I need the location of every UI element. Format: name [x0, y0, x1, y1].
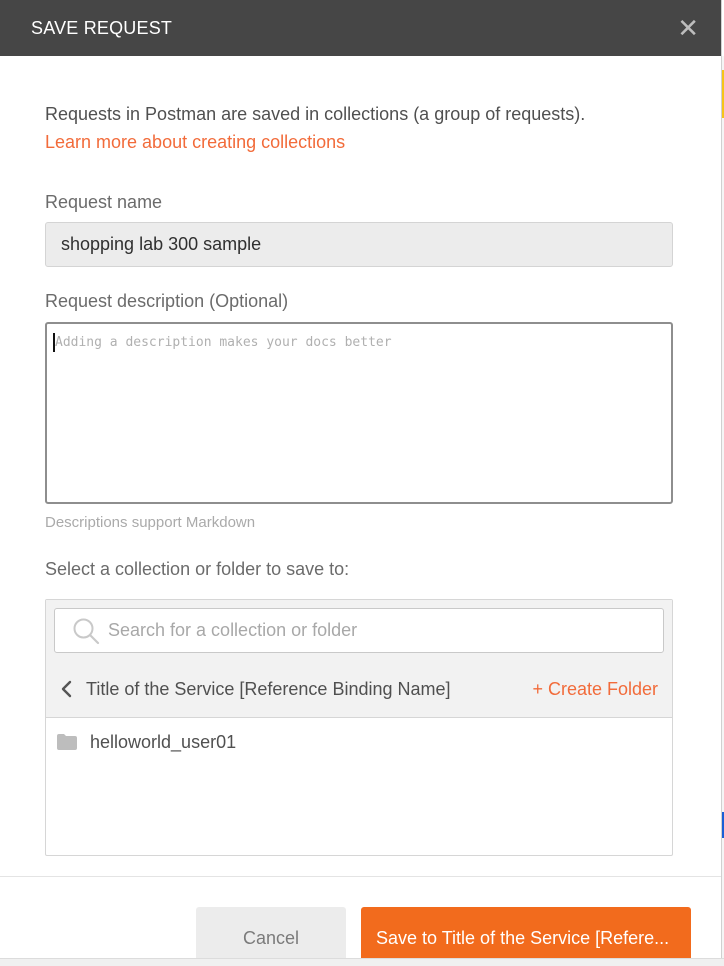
save-button[interactable]: Save to Title of the Service [Refere... — [361, 907, 691, 958]
intro-text: Requests in Postman are saved in collect… — [45, 104, 586, 124]
collection-select-label: Select a collection or folder to save to… — [45, 559, 350, 579]
dialog-title: SAVE REQUEST — [31, 17, 173, 38]
request-name-value: shopping lab 300 sample — [61, 234, 262, 254]
markdown-hint: Descriptions support Markdown — [45, 514, 256, 531]
search-icon — [66, 611, 106, 651]
chevron-left-icon[interactable] — [60, 679, 74, 699]
collection-search-input[interactable]: Search for a collection or folder — [54, 608, 664, 653]
collection-picker-header: Search for a collection or folder Title … — [46, 600, 672, 718]
collection-nav-row: Title of the Service [Reference Binding … — [60, 676, 658, 702]
dialog-header: SAVE REQUEST ✕ — [0, 0, 721, 56]
breadcrumb[interactable]: Title of the Service [Reference Binding … — [60, 679, 451, 700]
save-request-dialog: SAVE REQUEST ✕ Requests in Postman are s… — [0, 0, 722, 958]
breadcrumb-title: Title of the Service [Reference Binding … — [86, 678, 451, 699]
request-name-input[interactable]: shopping lab 300 sample — [45, 222, 673, 267]
request-name-label: Request name — [45, 192, 163, 212]
search-placeholder: Search for a collection or folder — [108, 620, 358, 640]
close-icon[interactable]: ✕ — [677, 15, 699, 41]
folder-icon — [57, 733, 77, 751]
dialog-body: Requests in Postman are saved in collect… — [0, 56, 721, 856]
dialog-footer: Cancel Save to Title of the Service [Ref… — [0, 876, 721, 958]
folder-name: helloworld_user01 — [90, 731, 237, 752]
create-folder-button[interactable]: + Create Folder — [532, 679, 658, 700]
learn-more-link[interactable]: Learn more about creating collections — [45, 128, 672, 156]
list-item[interactable]: helloworld_user01 — [46, 719, 672, 765]
collection-picker: Search for a collection or folder Title … — [45, 599, 673, 856]
background-app-bottom — [0, 958, 724, 966]
request-description-textarea[interactable]: Adding a description makes your docs bet… — [45, 322, 673, 504]
request-description-label: Request description (Optional) — [45, 291, 289, 311]
cancel-button[interactable]: Cancel — [196, 907, 346, 958]
description-placeholder: Adding a description makes your docs bet… — [55, 335, 392, 350]
